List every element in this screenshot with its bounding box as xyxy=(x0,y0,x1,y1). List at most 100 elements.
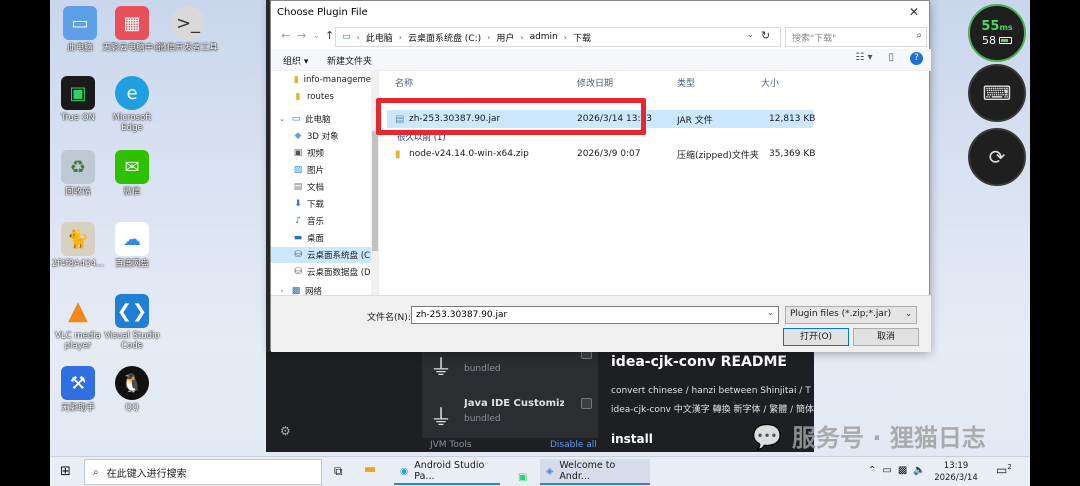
readme-title: idea-cjk-conv README xyxy=(611,354,787,370)
breadcrumb-item[interactable]: 云桌面系统盘 (C:) xyxy=(408,31,481,44)
gear-icon[interactable]: ⚙ xyxy=(280,424,291,438)
windows-start-icon[interactable]: ⊞ xyxy=(60,464,71,479)
refresh-icon[interactable]: ↻ xyxy=(761,29,770,42)
desktop-icon-baidu-netdisk[interactable]: ☁ 百度网盘 xyxy=(102,222,162,269)
close-icon[interactable]: ✕ xyxy=(909,5,919,19)
search-input[interactable]: 搜索"下载" ⌕ xyxy=(785,27,927,47)
chevron-down-icon[interactable]: ⌄ xyxy=(747,30,754,39)
desktop-icon-recycle-bin[interactable]: ♻ 回收站 xyxy=(50,150,108,197)
desktop-icon-true-on[interactable]: ▣ True ON xyxy=(50,76,108,123)
nav-item-documents[interactable]: ▤ 文档 xyxy=(271,179,371,195)
3d-objects-icon: ◆ xyxy=(294,131,302,141)
taskbar-app-welcome[interactable]: ◈ Welcome to Andr... xyxy=(540,459,650,485)
help-icon[interactable]: ? xyxy=(910,52,923,65)
baidu-netdisk-icon: ☁ xyxy=(115,222,149,256)
breadcrumb[interactable]: ▭ › 此电脑 › 云桌面系统盘 (C:) › 用户 › admin › 下载 xyxy=(335,27,781,47)
nav-item-folder[interactable]: ▮ info-manageme xyxy=(271,72,371,88)
vscode-icon: ❮❯ xyxy=(115,294,149,328)
breadcrumb-item[interactable]: 此电脑 xyxy=(366,31,393,44)
back-arrow-icon[interactable]: ← xyxy=(281,29,290,42)
desktop-icon-cat-image[interactable]: 🐈 2f4f8A434... xyxy=(50,222,108,269)
dialog-title: Choose Plugin File xyxy=(277,7,368,18)
taskbar-search-input[interactable]: ⌕ 在此键入进行搜索 xyxy=(84,459,322,485)
volume-icon[interactable]: 🔈 xyxy=(913,465,925,476)
new-folder-button[interactable]: 新建文件夹 xyxy=(327,54,372,67)
nav-item-3d-objects[interactable]: ◆ 3D 对象 xyxy=(271,128,371,144)
desktop-icon-cloud-pc[interactable]: ▦ 无影云电脑中心 xyxy=(102,6,162,53)
cat-image-icon: 🐈 xyxy=(61,222,95,256)
nav-item-music[interactable]: ♪ 音乐 xyxy=(271,213,371,229)
view-options-icon[interactable]: ☷ ▾ xyxy=(855,52,872,65)
nav-item-network[interactable]: › ▩ 网络 xyxy=(271,283,371,295)
chevron-up-icon[interactable]: ⌃ xyxy=(868,465,876,476)
wechat-icon: ✉ xyxy=(115,150,149,184)
nav-item-downloads[interactable]: ⬇ 下载 xyxy=(271,196,371,212)
android-studio-icon: ◈ xyxy=(546,465,554,477)
nav-item-pictures[interactable]: ▨ 图片 xyxy=(271,162,371,178)
file-type-select[interactable]: Plugin files (*.zip;*.jar) ⌄ xyxy=(785,306,917,324)
desktop-icon-vscode[interactable]: ❮❯ Visual Studio Code xyxy=(102,294,162,351)
system-tray: ⌃ ▭ ▩ 🔈 xyxy=(868,465,926,476)
breadcrumb-item[interactable]: 用户 xyxy=(496,31,514,44)
watermark: 💬 服务号 · 狸猫日志 xyxy=(752,422,986,453)
column-header-type[interactable]: 类型 xyxy=(677,76,695,89)
filename-input[interactable] xyxy=(411,306,779,324)
network-icon[interactable]: ▩ xyxy=(898,465,907,476)
latency-battery-widget[interactable]: 55ms 58 xyxy=(968,4,1026,62)
disable-all-link[interactable]: Disable all xyxy=(550,440,597,450)
edge-icon: e xyxy=(115,76,149,110)
nav-item-this-pc[interactable]: ⌄ ▭ 此电脑 xyxy=(271,111,371,127)
desktop-icon-vlc[interactable]: ▲ VLC media player xyxy=(50,294,108,351)
nav-item-videos[interactable]: ▣ 视频 xyxy=(271,145,371,161)
filename-label: 文件名(N): xyxy=(367,313,411,323)
plugin-row[interactable]: ⏚ Java IDE Customizati... bundled xyxy=(422,388,598,438)
chevron-down-icon[interactable]: ⌄ xyxy=(767,308,774,317)
music-icon: ♪ xyxy=(295,216,301,226)
drive-icon: ⛁ xyxy=(294,267,302,277)
column-header-size[interactable]: 大小 xyxy=(761,76,779,89)
drive-icon: ⛁ xyxy=(294,250,302,260)
taskbar-app-android-studio[interactable]: ◉ Android Studio Pa... xyxy=(394,459,500,485)
breadcrumb-item[interactable]: admin xyxy=(530,32,558,42)
desktop-icon: ▬ xyxy=(293,233,303,243)
video-icon: ▣ xyxy=(293,148,303,158)
chevron-down-icon[interactable]: ⌄ xyxy=(313,31,320,40)
column-header-name[interactable]: 名称 xyxy=(395,76,413,89)
desktop-icon-wechat-devtools[interactable]: >_ 微信开发者工具 xyxy=(158,6,218,53)
chevron-down-icon: ⌄ xyxy=(279,115,285,123)
battery-icon xyxy=(999,37,1012,44)
taskbar-clock[interactable]: 13:19 2026/3/14 xyxy=(934,460,978,484)
plugin-enable-checkbox[interactable] xyxy=(581,398,592,409)
file-row-zip[interactable]: ▮ node-v24.14.0-win-x64.zip 2026/3/9 0:0… xyxy=(387,145,815,163)
desktop-icon-wuying-assistant[interactable]: ⚒ 无影助手 xyxy=(50,366,108,413)
desktop-icon-qq[interactable]: 🐧 QQ xyxy=(102,366,162,413)
forward-arrow-icon[interactable]: → xyxy=(297,29,306,42)
column-header-date[interactable]: 修改日期 xyxy=(577,76,613,89)
file-explorer-icon[interactable]: ▬ xyxy=(364,462,376,477)
organize-button[interactable]: 组织 ▾ xyxy=(283,54,308,67)
plugin-group-label: JVM Tools xyxy=(430,440,472,450)
desktop-icon-wechat[interactable]: ✉ 微信 xyxy=(102,150,162,197)
nav-item-desktop[interactable]: ▬ 桌面 xyxy=(271,230,371,246)
breadcrumb-item[interactable]: 下载 xyxy=(573,31,591,44)
rotate-screen-icon: ⟳ xyxy=(988,145,1006,169)
up-arrow-icon[interactable]: ↑ xyxy=(325,29,334,42)
rotate-screen-button[interactable]: ⟳ xyxy=(968,128,1026,186)
nav-item-data-drive[interactable]: ⛁ 云桌面数据盘 (D xyxy=(271,264,371,280)
keyboard-button[interactable]: ⌨ xyxy=(968,64,1026,122)
preview-pane-icon[interactable]: ▯ xyxy=(888,52,894,65)
task-view-icon[interactable]: ⧉ xyxy=(334,464,343,479)
nav-item-folder[interactable]: ▮ routes xyxy=(271,89,371,105)
cancel-button[interactable]: 取消 xyxy=(853,328,919,346)
wuying-assistant-icon: ⚒ xyxy=(61,366,95,400)
desktop-icon-edge[interactable]: e Microsoft Edge xyxy=(102,76,162,133)
open-button[interactable]: 打开(O) xyxy=(783,328,849,346)
phone-right-bezel xyxy=(1030,0,1080,486)
nav-item-system-drive[interactable]: ⛁ 云桌面系统盘 (C xyxy=(271,247,371,263)
notification-icon[interactable]: ▭2 xyxy=(996,463,1012,477)
tray-app-icon[interactable]: ▭ xyxy=(882,465,891,476)
qq-icon: 🐧 xyxy=(115,366,149,400)
true-on-icon[interactable]: ▣ xyxy=(512,464,533,486)
desktop-icon-this-pc[interactable]: ▭ 此电脑 xyxy=(50,6,110,53)
navigation-pane: ▮ info-manageme ▮ routes ⌄ ▭ 此电脑 ◆ 3D 对象… xyxy=(271,71,379,295)
